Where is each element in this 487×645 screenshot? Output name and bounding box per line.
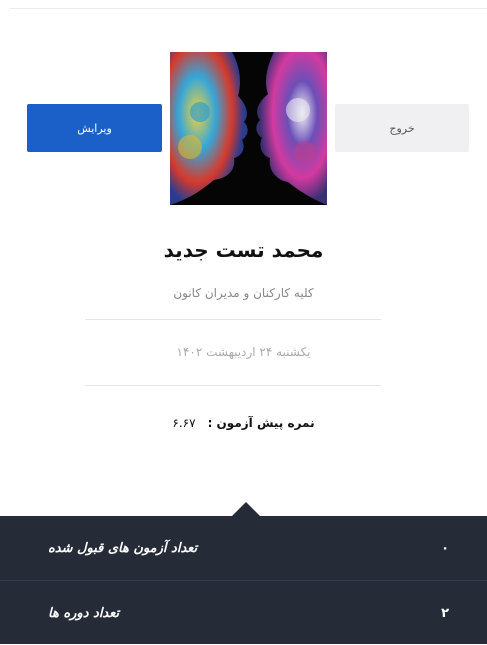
- card-top-border: [10, 8, 487, 9]
- avatar: [170, 52, 327, 205]
- stat-label: تعداد دوره ها: [48, 605, 120, 621]
- pretest-score-label: نمره پیش آزمون :: [207, 416, 315, 430]
- user-name: محمد تست جدید: [163, 238, 324, 262]
- divider: [85, 385, 381, 386]
- divider: [85, 319, 381, 320]
- caret-up-icon: [232, 502, 260, 516]
- stat-row-courses: تعداد دوره ها ۲: [0, 580, 487, 645]
- stats-panel: تعداد آزمون های قبول شده ۰ تعداد دوره ها…: [0, 516, 487, 644]
- avatar-image: [170, 52, 327, 205]
- stat-row-passed-exams: تعداد آزمون های قبول شده ۰: [0, 516, 487, 580]
- pretest-score-value: ۶.۶۷: [172, 416, 196, 430]
- current-date: یکشنبه ۲۴ اردیبهشت ۱۴۰۲: [176, 345, 311, 359]
- stat-label: تعداد آزمون های قبول شده: [48, 540, 198, 556]
- edit-button[interactable]: ویرایش: [27, 104, 162, 152]
- stat-value: ۰: [441, 540, 449, 556]
- pretest-score-row: نمره پیش آزمون : ۶.۶۷: [0, 416, 487, 430]
- user-group: کلیه کارکنان و مدیران کانون: [173, 286, 314, 300]
- stat-value: ۲: [441, 605, 449, 621]
- logout-button[interactable]: خروج: [335, 104, 469, 152]
